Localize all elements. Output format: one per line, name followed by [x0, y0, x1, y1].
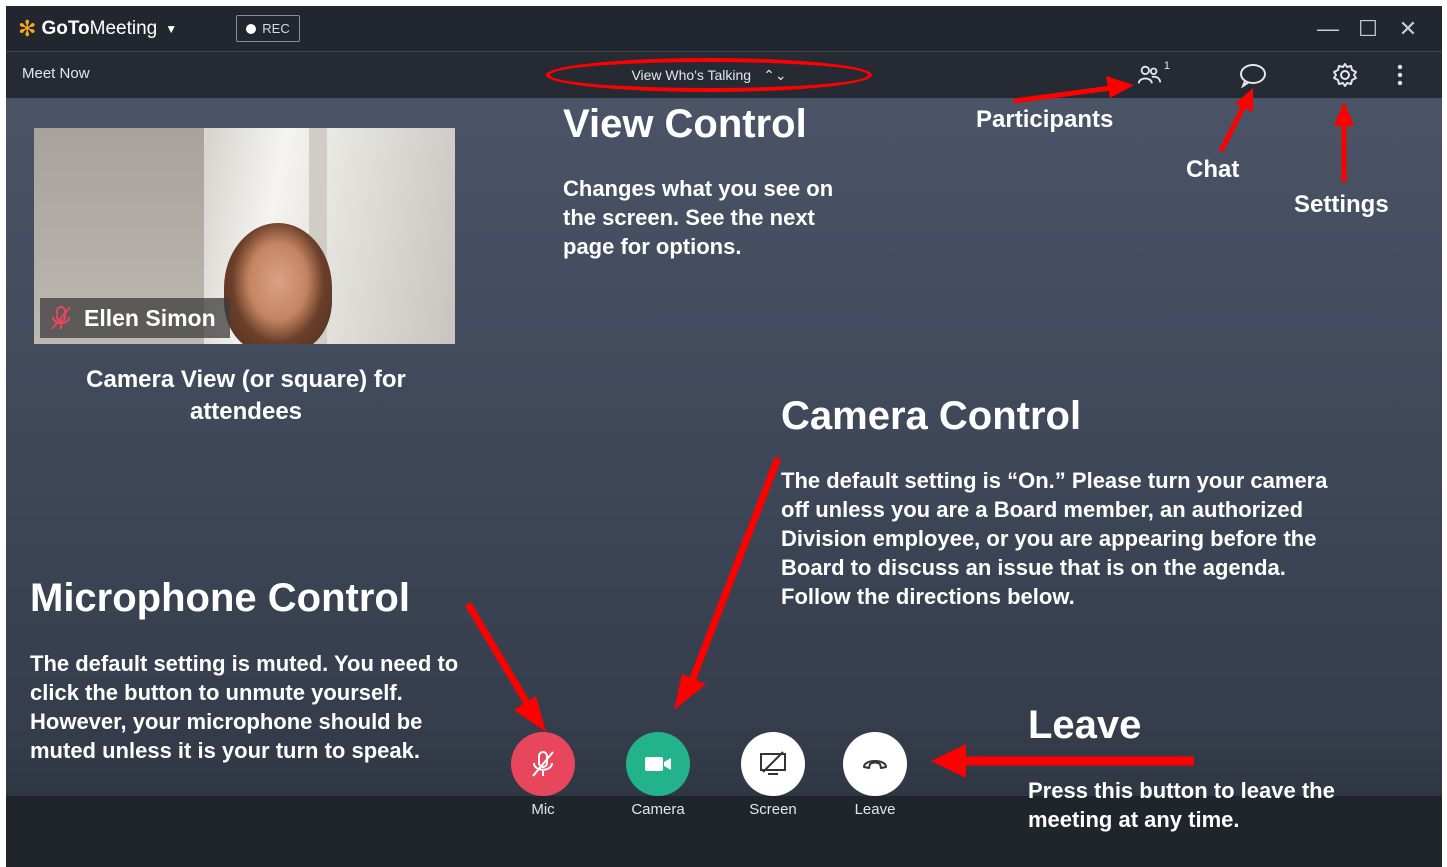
app-menu-button[interactable]: ✻ GoTo Meeting ▼ — [18, 15, 177, 43]
record-dot-icon — [246, 23, 257, 34]
settings-button[interactable] — [1328, 60, 1362, 90]
video-camera-icon — [645, 757, 671, 771]
screen-label: Screen — [749, 801, 797, 818]
leave-heading: Leave — [1028, 703, 1142, 747]
chat-icon — [1240, 64, 1266, 88]
minimize-button[interactable]: — — [1312, 16, 1344, 42]
record-button[interactable]: REC — [236, 15, 300, 42]
camera-view-caption: Camera View (or square) for attendees — [86, 366, 406, 425]
camera-button[interactable] — [626, 732, 690, 796]
view-selector[interactable]: View Who's Talking ⌃⌄ — [546, 58, 872, 92]
attendee-video — [224, 223, 332, 344]
leave-label: Leave — [854, 801, 896, 818]
gotomeeting-window: ✻ GoTo Meeting ▼ REC — ☐ ✕ Meet Now View … — [6, 6, 1442, 867]
screen-share-button[interactable] — [741, 732, 805, 796]
camera-control-text: The default setting is “On.” Please turn… — [781, 468, 1328, 609]
mic-label: Mic — [531, 801, 555, 818]
leave-text: Press this button to leave the meeting a… — [1028, 778, 1335, 832]
updown-chevron-icon: ⌃⌄ — [763, 66, 787, 83]
brand-rest: Meeting — [89, 18, 158, 39]
record-label: REC — [262, 21, 290, 36]
view-control-text: Changes what you see on the screen. See … — [563, 176, 834, 259]
maximize-button[interactable]: ☐ — [1352, 16, 1384, 42]
more-vertical-icon — [1397, 64, 1403, 86]
participant-count: 1 — [1163, 60, 1170, 72]
gotomeeting-logo-icon: ✻ — [18, 16, 37, 41]
microphone-control-text: The default setting is muted. You need t… — [30, 651, 459, 763]
microphone-control-heading: Microphone Control — [30, 576, 410, 620]
hang-up-phone-icon — [863, 760, 887, 769]
mic-button[interactable] — [511, 732, 575, 796]
title-bar: ✻ GoTo Meeting ▼ REC — ☐ ✕ — [6, 6, 1442, 52]
chat-annotation: Chat — [1186, 156, 1240, 183]
attendee-video-tile[interactable]: Ellen Simon — [34, 128, 455, 344]
view-selector-label: View Who's Talking — [631, 67, 752, 83]
close-button[interactable]: ✕ — [1392, 16, 1424, 42]
participants-annotation: Participants — [976, 106, 1114, 133]
mic-muted-icon — [51, 306, 71, 330]
brand-bold: GoTo — [41, 18, 90, 39]
more-options-button[interactable] — [1390, 60, 1410, 90]
view-control-heading: View Control — [563, 102, 807, 146]
chat-button[interactable] — [1236, 60, 1270, 90]
settings-annotation: Settings — [1294, 191, 1389, 218]
attendee-name-tag: Ellen Simon — [40, 298, 230, 338]
leave-button[interactable] — [843, 732, 907, 796]
camera-label: Camera — [631, 801, 685, 818]
chevron-down-icon: ▼ — [165, 22, 178, 36]
mic-muted-icon — [532, 751, 554, 777]
attendee-name: Ellen Simon — [84, 304, 216, 331]
participants-button[interactable]: 1 — [1136, 60, 1170, 90]
camera-control-heading: Camera Control — [781, 394, 1082, 438]
meeting-toolbar: Meet Now View Who's Talking ⌃⌄ 1 — [6, 52, 1442, 99]
gear-icon — [1333, 63, 1357, 87]
screen-share-off-icon — [760, 751, 786, 775]
meeting-title: Meet Now — [22, 65, 90, 82]
participants-icon — [1137, 65, 1162, 84]
